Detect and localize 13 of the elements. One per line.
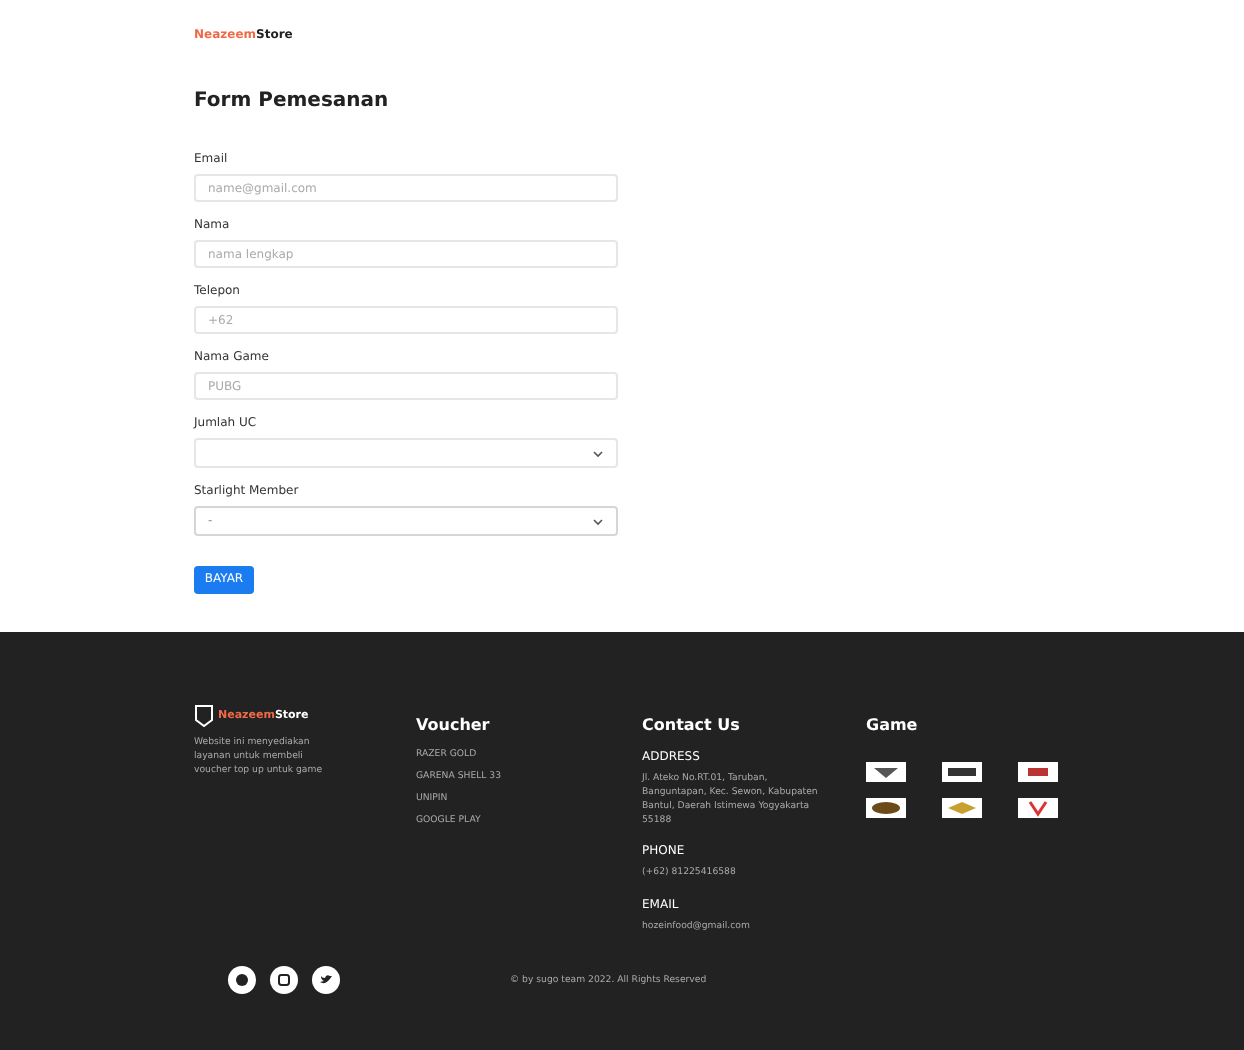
select-field[interactable] — [194, 438, 618, 468]
game-logo-icon[interactable] — [942, 762, 982, 782]
chevron-down-icon — [592, 517, 604, 525]
column-heading: Game — [866, 716, 918, 734]
column-heading: Contact Us — [642, 716, 740, 734]
game-logo-icon[interactable] — [866, 762, 906, 782]
column-heading: Voucher — [416, 716, 490, 734]
game-logo-icon[interactable] — [866, 798, 906, 818]
shield-logo-icon — [194, 704, 214, 728]
twitter-icon[interactable] — [312, 966, 340, 994]
form-title: Form Pemesanan — [194, 90, 389, 112]
game-logo-icon[interactable] — [1018, 762, 1058, 782]
chevron-down-icon — [592, 449, 604, 457]
